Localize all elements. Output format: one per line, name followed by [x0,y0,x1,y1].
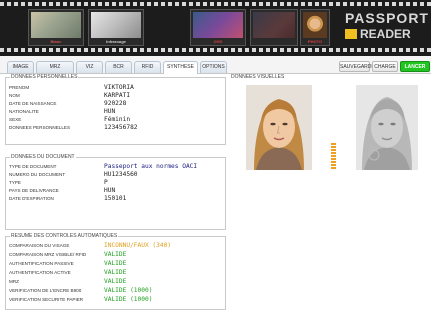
field-value: 123456782 [104,124,138,131]
tab-bar: IMAGE MRZ VIZ BCR RFID SYNTHESE OPTIONS … [0,56,431,74]
chip-portrait-photo [246,85,312,170]
portrait-icon [246,85,312,170]
tab-image[interactable]: IMAGE [7,61,34,73]
field-label: DATE D'EXPIRATION [9,196,54,201]
field-value: 920228 [104,100,127,107]
check-label: COMPARAISON DU VISAGE [9,243,70,248]
tab-mrz[interactable]: MRZ [36,61,74,73]
field-value: P [104,179,108,186]
tab-viz[interactable]: VIZ [76,61,103,73]
check-result: VALIDE (1000) [104,296,153,303]
field-value: Passeport aux normes OACI [104,163,198,170]
field-label: SEXE [9,117,22,122]
tab-bcr[interactable]: BCR [105,61,132,73]
document-row: TYPE DE DOCUMENT Passeport aux normes OA… [9,163,222,171]
field-value: HUN [104,108,116,115]
document-thumbnail [91,12,141,38]
tab-rfid[interactable]: RFID [134,61,161,73]
check-label: VERIFICATION SECURITE PAPIER [9,297,84,302]
panel-title: RESUME DES CONTROLES AUTOMATIQUES [10,233,119,239]
frame-caption: OVD [213,39,223,44]
logo-line-2-text: READER [360,27,411,41]
field-label: PRENOM [9,85,30,90]
check-result: VALIDE [104,251,127,258]
field-label: NOM [9,93,20,98]
check-result: VALIDE [104,269,127,276]
image-frame-ovd[interactable]: OVD [190,9,246,46]
ghost-portrait-icon [356,85,418,170]
document-image-strip: Blanc Infrarouge OVD PHOTO PASSPORT READ… [0,0,431,56]
frame-caption: Infrarouge [106,39,126,44]
check-row: COMPARAISON DU VISAGE INCONNU/FAUX (340) [9,242,222,250]
load-button[interactable]: CHARGE [372,61,398,72]
field-value: KARPATI [104,92,131,99]
photo-thumbnail [303,12,327,38]
check-row: VERIFICATION SECURITE PAPIER VALIDE (100… [9,296,222,304]
check-row: MRZ VALIDE [9,278,222,286]
film-perforation-bottom [0,48,431,52]
field-value: VIKTORIA [104,84,134,91]
personal-row: NOM KARPATI [9,92,222,100]
field-value: HUN [104,187,116,194]
document-row: PAYS DE DELIVRANCE HUN [9,187,222,195]
document-data-panel: DONNEES DU DOCUMENT TYPE DE DOCUMENT Pas… [5,154,226,230]
check-result: VALIDE [104,278,127,285]
personal-row: DONNEES PERSONNELLES 123456782 [9,124,222,132]
document-row: DATE D'EXPIRATION 150101 [9,195,222,203]
passport-reader-logo: PASSPORT READER [345,8,431,48]
check-label: AUTHENTIFICATION PASSIVE [9,261,74,266]
field-label: TYPE DE DOCUMENT [9,164,57,169]
image-frame-infrared[interactable]: Infrarouge [88,9,144,46]
film-perforation-top [0,2,431,6]
personal-row: SEXE Féminin [9,116,222,124]
field-value: Féminin [104,116,131,123]
field-label: TYPE [9,180,21,185]
document-thumbnail [193,12,243,38]
tab-synthese[interactable]: SYNTHESE [163,61,198,74]
field-value: 150101 [104,195,127,202]
document-row: NUMERO DU DOCUMENT HU1234560 [9,171,222,179]
image-frame-white-light[interactable]: Blanc [28,9,84,46]
logo-mark-icon [345,29,357,39]
image-frame-uv[interactable] [250,9,298,46]
logo-line-1: PASSPORT [345,10,429,26]
field-label: PAYS DE DELIVRANCE [9,188,59,193]
frame-caption: PHOTO [307,39,323,44]
check-label: MRZ [9,279,19,284]
check-row: AUTHENTIFICATION ACTIVE VALIDE [9,269,222,277]
check-result: VALIDE [104,260,127,267]
automatic-checks-panel: RESUME DES CONTROLES AUTOMATIQUES COMPAR… [5,233,226,310]
field-label: NUMERO DU DOCUMENT [9,172,66,177]
check-label: AUTHENTIFICATION ACTIVE [9,270,71,275]
field-label: DONNEES PERSONNELLES [9,125,71,130]
personal-row: PRENOM VIKTORIA [9,84,222,92]
launch-button[interactable]: LANCER [400,61,430,72]
document-thumbnail [253,12,295,38]
field-label: NATIONALITE [9,109,39,114]
panel-title: DONNEES PERSONNELLES [10,74,79,80]
logo-line-2: READER [345,27,411,41]
frame-caption: Blanc [50,39,62,44]
image-frame-photo[interactable]: PHOTO [300,9,330,46]
personal-row: DATE DE NAISSANCE 920228 [9,100,222,108]
document-row: TYPE P [9,179,222,187]
check-row: AUTHENTIFICATION PASSIVE VALIDE [9,260,222,268]
field-value: HU1234560 [104,171,138,178]
check-result: INCONNU/FAUX (340) [104,242,172,249]
check-row: COMPARAISON MRZ VISIBLE/ RFID VALIDE [9,251,222,259]
tab-options[interactable]: OPTIONS [200,61,227,73]
personal-row: NATIONALITE HUN [9,108,222,116]
panel-title: DONNEES DU DOCUMENT [10,154,76,160]
ghost-portrait-photo [356,85,418,170]
document-thumbnail [31,12,81,38]
visual-data-title: DONNEES VISUELLES [231,74,285,80]
match-score-meter [331,143,336,171]
check-result: VALIDE (1000) [104,287,153,294]
check-label: COMPARAISON MRZ VISIBLE/ RFID [9,252,87,257]
check-label: VERIFICATION DE L'ENCRE B900 [9,288,82,293]
field-label: DATE DE NAISSANCE [9,101,57,106]
personal-data-panel: DONNEES PERSONNELLES PRENOM VIKTORIA NOM… [5,74,226,145]
check-row: VERIFICATION DE L'ENCRE B900 VALIDE (100… [9,287,222,295]
save-button[interactable]: SAUVEGARDE [339,61,375,72]
